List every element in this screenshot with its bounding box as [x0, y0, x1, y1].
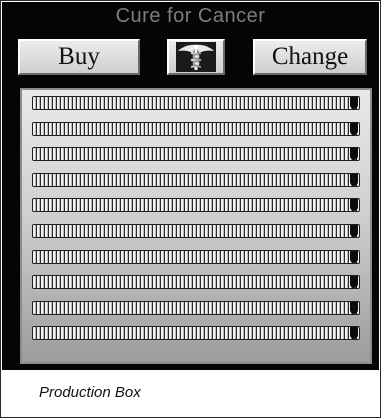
production-slot[interactable] [32, 96, 360, 110]
production-slot[interactable] [32, 250, 360, 264]
production-slot-list [20, 88, 372, 364]
caduceus-icon [176, 42, 216, 72]
production-box-panel: Cure for Cancer Buy Change [2, 2, 379, 370]
production-slot[interactable] [32, 224, 360, 238]
buy-button[interactable]: Buy [18, 39, 140, 75]
production-title: Cure for Cancer [115, 5, 266, 27]
production-slot[interactable] [32, 198, 360, 212]
figure-caption: Production Box [39, 384, 141, 401]
production-slot[interactable] [32, 326, 360, 340]
change-button[interactable]: Change [253, 39, 367, 75]
production-slot[interactable] [32, 173, 360, 187]
production-slot[interactable] [32, 275, 360, 289]
production-slot[interactable] [32, 301, 360, 315]
production-slot[interactable] [32, 122, 360, 136]
production-slot[interactable] [32, 147, 360, 161]
production-box-figure: Cure for Cancer Buy Change Production Bo… [0, 0, 381, 418]
wonder-icon-button[interactable] [167, 39, 225, 75]
